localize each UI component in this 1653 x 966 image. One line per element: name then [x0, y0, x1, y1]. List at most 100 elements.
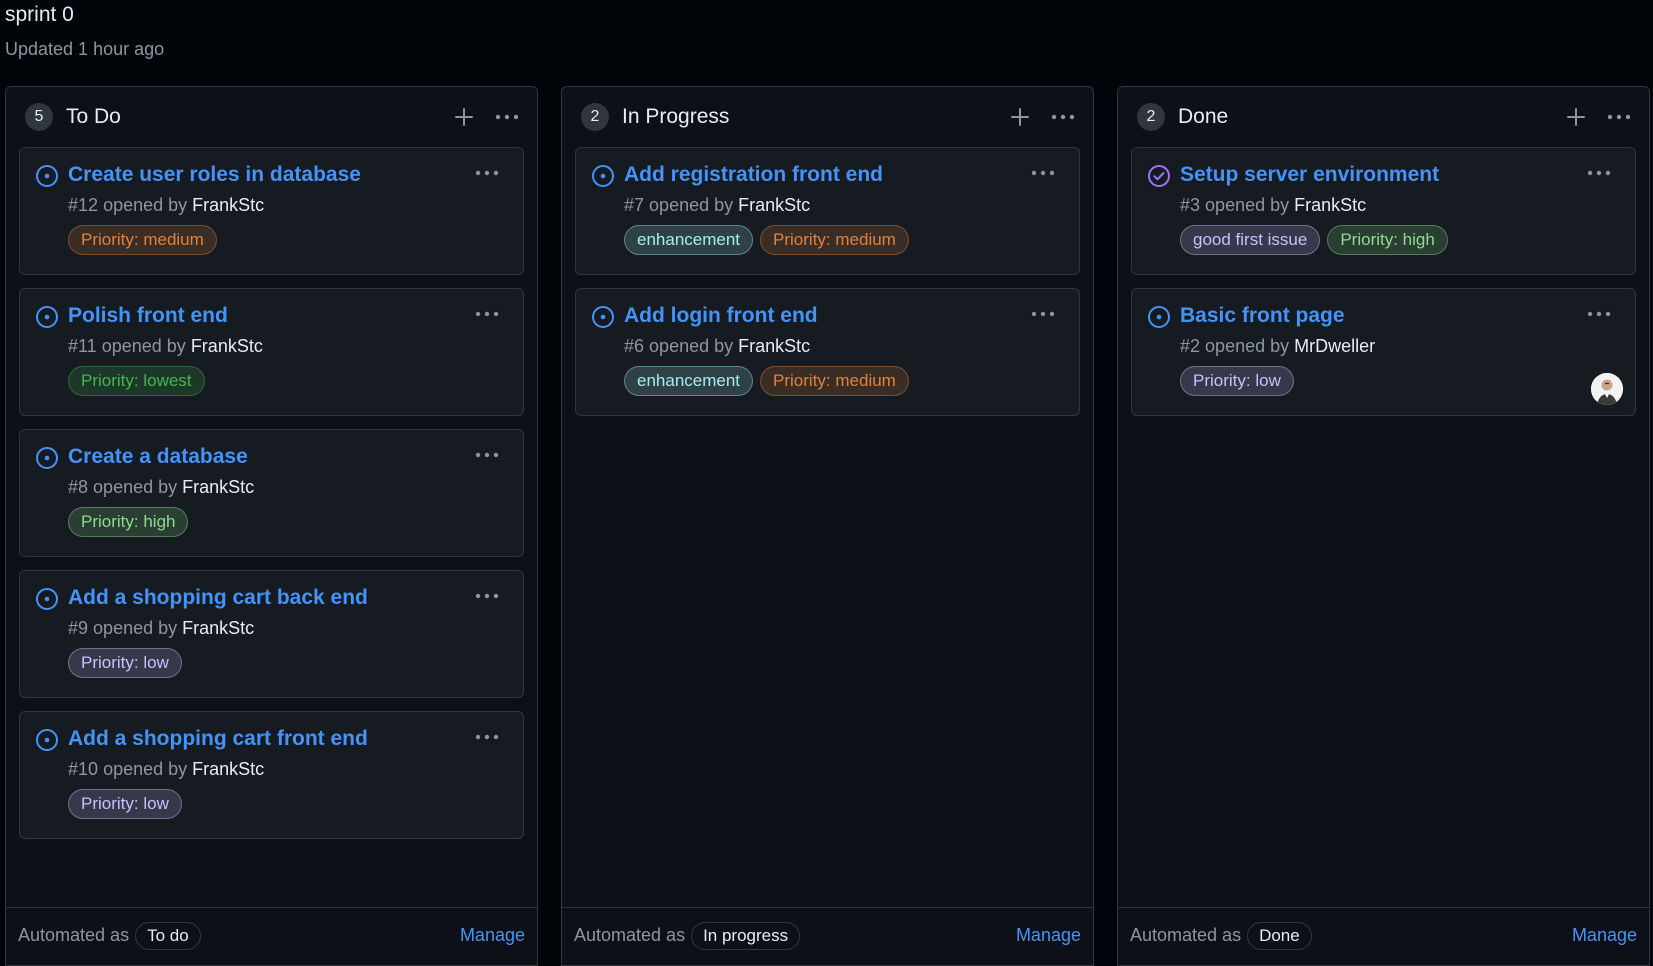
- issue-label[interactable]: Priority: medium: [760, 366, 909, 396]
- label-list: enhancement Priority: medium: [624, 366, 1063, 396]
- issue-title-link[interactable]: Add registration front end: [624, 162, 883, 188]
- assignee-avatar[interactable]: [1591, 373, 1623, 405]
- column-footer: Automated as To do Manage: [6, 907, 537, 963]
- issue-number: #8: [68, 477, 89, 497]
- issue-card[interactable]: Add a shopping cart front end #10 opened …: [19, 711, 524, 839]
- add-card-button[interactable]: [449, 102, 479, 132]
- manage-automation-link[interactable]: Manage: [460, 925, 525, 946]
- issue-card[interactable]: Polish front end #11 opened by FrankStc Pr…: [19, 288, 524, 416]
- manage-automation-link[interactable]: Manage: [1016, 925, 1081, 946]
- card-menu-button[interactable]: [471, 440, 503, 470]
- card-list: Add registration front end #7 opened by F…: [562, 147, 1093, 416]
- issue-title-link[interactable]: Add a shopping cart front end: [68, 726, 368, 752]
- issue-title-link[interactable]: Polish front end: [68, 303, 228, 329]
- label-list: Priority: high: [68, 507, 507, 537]
- column-count: 5: [25, 103, 53, 131]
- plus-icon: [455, 108, 473, 126]
- issue-card[interactable]: Basic front page #2 opened by MrDweller Pr…: [1131, 288, 1636, 416]
- issue-label[interactable]: good first issue: [1180, 225, 1321, 255]
- issue-title-link[interactable]: Add login front end: [624, 303, 818, 329]
- issue-label[interactable]: Priority: medium: [68, 225, 217, 255]
- column-title: To Do: [66, 105, 121, 128]
- column-menu-button[interactable]: [1047, 102, 1079, 132]
- author-link[interactable]: MrDweller: [1294, 336, 1375, 356]
- issue-title-link[interactable]: Add a shopping cart back end: [68, 585, 368, 611]
- manage-automation-link[interactable]: Manage: [1572, 925, 1637, 946]
- issue-status: [35, 164, 59, 188]
- card-menu-button[interactable]: [471, 581, 503, 611]
- author-link[interactable]: FrankStc: [182, 618, 254, 638]
- open-issue-icon: [36, 306, 58, 328]
- card-menu-button[interactable]: [471, 158, 503, 188]
- issue-meta: #2 opened by MrDweller: [1180, 335, 1619, 357]
- issue-status: [591, 164, 615, 188]
- author-link[interactable]: FrankStc: [738, 336, 810, 356]
- issue-status: [1147, 164, 1171, 188]
- author-link[interactable]: FrankStc: [738, 195, 810, 215]
- author-link[interactable]: FrankStc: [192, 759, 264, 779]
- open-issue-icon: [1148, 306, 1170, 328]
- issue-label[interactable]: Priority: medium: [760, 225, 909, 255]
- automated-as-label: Automated as: [1130, 925, 1242, 945]
- issue-meta: #10 opened by FrankStc: [68, 758, 507, 780]
- more-horizontal-icon: [495, 114, 519, 120]
- author-link[interactable]: FrankStc: [182, 477, 254, 497]
- more-horizontal-icon: [1587, 170, 1611, 176]
- card-menu-button[interactable]: [1027, 158, 1059, 188]
- author-link[interactable]: FrankStc: [1294, 195, 1366, 215]
- add-card-button[interactable]: [1005, 102, 1035, 132]
- label-list: Priority: low: [68, 789, 507, 819]
- label-list: Priority: lowest: [68, 366, 507, 396]
- board-columns: 5 To Do Create user roles in database #12 o…: [5, 86, 1650, 966]
- column-in-progress: 2 In Progress Add registration front end #7…: [561, 86, 1094, 966]
- automated-as-label: Automated as: [18, 925, 130, 945]
- issue-card[interactable]: Create user roles in database #12 opened …: [19, 147, 524, 275]
- opened-by-text: opened by: [101, 336, 186, 356]
- issue-label[interactable]: Priority: high: [1327, 225, 1448, 255]
- issue-card[interactable]: Add login front end #6 opened by FrankStc…: [575, 288, 1080, 416]
- column-done: 2 Done Setup server environment #3 opened b…: [1117, 86, 1650, 966]
- issue-label[interactable]: enhancement: [624, 225, 754, 255]
- column-header: 5 To Do: [6, 87, 537, 147]
- issue-number: #2: [1180, 336, 1201, 356]
- issue-number: #11: [68, 336, 97, 356]
- issue-card[interactable]: Add registration front end #7 opened by F…: [575, 147, 1080, 275]
- more-horizontal-icon: [1031, 170, 1055, 176]
- issue-label[interactable]: Priority: high: [68, 507, 189, 537]
- opened-by-text: opened by: [93, 477, 178, 497]
- column-count: 2: [581, 103, 609, 131]
- issue-card[interactable]: Create a database #8 opened by FrankStc Pr…: [19, 429, 524, 557]
- issue-label[interactable]: Priority: low: [68, 648, 182, 678]
- issue-label[interactable]: Priority: low: [1180, 366, 1294, 396]
- issue-card[interactable]: Add a shopping cart back end #9 opened by…: [19, 570, 524, 698]
- card-menu-button[interactable]: [1027, 299, 1059, 329]
- open-issue-icon: [592, 306, 614, 328]
- issue-title-link[interactable]: Create a database: [68, 444, 248, 470]
- opened-by-text: opened by: [103, 759, 188, 779]
- column-header: 2 In Progress: [562, 87, 1093, 147]
- card-menu-button[interactable]: [1583, 158, 1615, 188]
- issue-label[interactable]: enhancement: [624, 366, 754, 396]
- card-menu-button[interactable]: [471, 722, 503, 752]
- add-card-button[interactable]: [1561, 102, 1591, 132]
- column-menu-button[interactable]: [1603, 102, 1635, 132]
- issue-label[interactable]: Priority: lowest: [68, 366, 205, 396]
- open-issue-icon: [36, 447, 58, 469]
- opened-by-text: opened by: [1205, 195, 1290, 215]
- author-link[interactable]: FrankStc: [191, 336, 263, 356]
- issue-card[interactable]: Setup server environment #3 opened by Fra…: [1131, 147, 1636, 275]
- author-link[interactable]: FrankStc: [192, 195, 264, 215]
- automation-badge: Done: [1247, 921, 1312, 950]
- issue-title-link[interactable]: Create user roles in database: [68, 162, 361, 188]
- card-menu-button[interactable]: [471, 299, 503, 329]
- avatar-icon: [1591, 373, 1623, 405]
- issue-title-link[interactable]: Basic front page: [1180, 303, 1345, 329]
- more-horizontal-icon: [475, 593, 499, 599]
- issue-label[interactable]: Priority: low: [68, 789, 182, 819]
- card-menu-button[interactable]: [1583, 299, 1615, 329]
- issue-title-link[interactable]: Setup server environment: [1180, 162, 1439, 188]
- issue-status: [35, 587, 59, 611]
- column-menu-button[interactable]: [491, 102, 523, 132]
- issue-number: #6: [624, 336, 645, 356]
- label-list: Priority: medium: [68, 225, 507, 255]
